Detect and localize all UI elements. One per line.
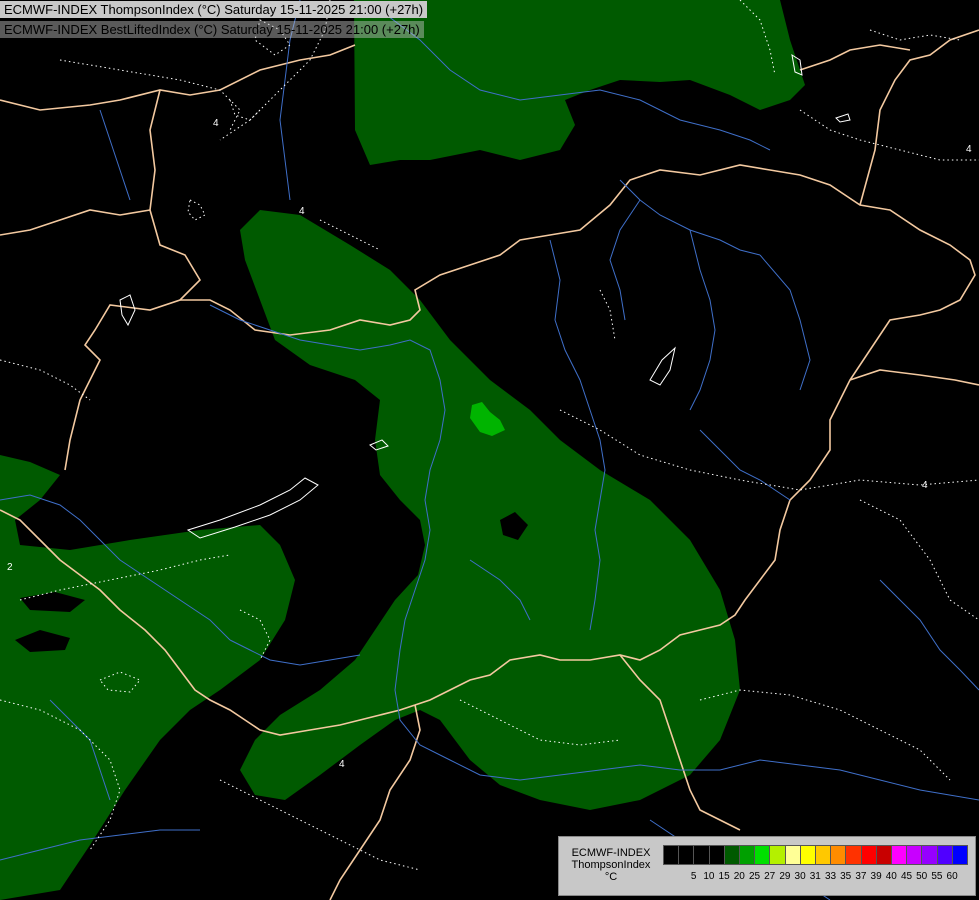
legend-swatch [845,845,862,865]
legend-title-line: °C [604,871,618,883]
map-view: 4 4 4 4 4 2 ECMWF-INDEX ThompsonIndex (°… [0,0,979,900]
legend-swatch [754,845,771,865]
legend-swatch [769,845,786,865]
legend-swatch [693,845,710,865]
legend-title: ECMWF-INDEX ThompsonIndex °C [563,847,659,883]
legend-swatch [815,845,832,865]
legend-swatch [723,845,740,865]
legend-swatch [678,845,695,865]
legend-swatch [663,845,680,865]
legend-title-line: ECMWF-INDEX [571,847,651,859]
legend-swatch [708,845,725,865]
contour-label: 4 [966,144,972,155]
legend-swatch [860,845,877,865]
legend-swatch [921,845,938,865]
legend-swatch [906,845,923,865]
legend-swatch [875,845,892,865]
legend-swatch [784,845,801,865]
legend-swatch [891,845,908,865]
legend-swatch [951,845,968,865]
legend-swatch [936,845,953,865]
contour-label: 4 [213,118,219,129]
contour-label: 4 [339,759,345,770]
legend-title-line: ThompsonIndex [571,859,651,871]
contour-label: 4 [299,206,305,217]
color-legend: ECMWF-INDEX ThompsonIndex °C 5 10 15 20 25 27… [558,836,976,896]
legend-tick-label: 60 [946,871,958,882]
legend-swatch [799,845,816,865]
legend-swatch [739,845,756,865]
contour-label: 2 [7,562,13,573]
map-title-line-2: ECMWF-INDEX BestLiftedIndex (°C) Saturda… [0,21,424,38]
contour-label: 4 [922,480,928,491]
weather-map: 4 4 4 4 4 2 [0,0,979,900]
map-title-line-1: ECMWF-INDEX ThompsonIndex (°C) Saturday … [0,1,428,18]
legend-swatch [830,845,847,865]
